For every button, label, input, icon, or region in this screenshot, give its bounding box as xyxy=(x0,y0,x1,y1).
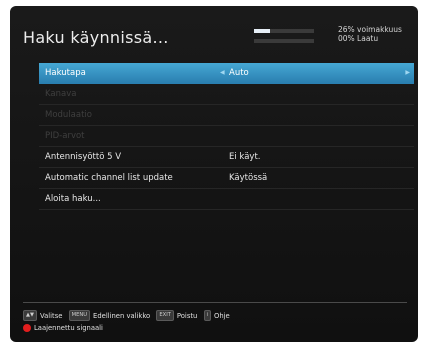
menu-item-label: Kanava xyxy=(45,89,77,99)
menu-item-value: Auto xyxy=(229,68,249,78)
menu-item-hakutapa[interactable]: Hakutapa ◀ Auto ▶ xyxy=(39,63,414,84)
menu-item-label: Antennisyöttö 5 V xyxy=(45,152,122,162)
search-settings-menu: Hakutapa ◀ Auto ▶ Kanava Modulaatio PID-… xyxy=(39,63,414,210)
menu-item-modulaatio: Modulaatio xyxy=(39,105,414,126)
strength-text: 26% voimakkuus xyxy=(338,25,402,34)
quality-bar xyxy=(254,39,314,43)
menu-item-label: Hakutapa xyxy=(45,68,86,78)
menu-item-kanava: Kanava xyxy=(39,84,414,105)
menu-item-start-search[interactable]: Aloita haku... xyxy=(39,189,414,210)
strength-bar xyxy=(254,29,314,33)
info-key-icon: i xyxy=(203,310,211,321)
footer-divider xyxy=(23,302,407,303)
strength-bar-fill xyxy=(254,29,270,33)
menu-item-label: PID-arvot xyxy=(45,131,85,141)
menu-item-antenna-power[interactable]: Antennisyöttö 5 V Ei käyt. xyxy=(39,147,414,168)
arrow-right-icon[interactable]: ▶ xyxy=(405,63,410,83)
menu-hint: Edellinen valikko xyxy=(93,311,151,320)
menu-item-value: Ei käyt. xyxy=(229,152,261,162)
tv-screen: Haku käynnissä... 26% voimakkuus 00% Laa… xyxy=(10,6,418,342)
exit-key-icon: EXIT xyxy=(156,310,174,321)
red-hint: Laajennettu signaali xyxy=(34,324,103,332)
menu-item-pid-arvot: PID-arvot xyxy=(39,126,414,147)
menu-item-value: Käytössä xyxy=(229,173,268,183)
footer-hints: ▲▼ Valitse MENU Edellinen valikko EXIT Pois… xyxy=(23,310,234,321)
signal-indicator: 26% voimakkuus 00% Laatu xyxy=(254,25,414,51)
nav-key-icon: ▲▼ xyxy=(23,310,37,321)
red-button-icon xyxy=(23,324,31,332)
help-hint: Ohje xyxy=(213,311,230,320)
page-title: Haku käynnissä... xyxy=(23,28,169,47)
nav-hint: Valitse xyxy=(39,311,63,320)
menu-key-icon: MENU xyxy=(68,310,91,321)
menu-item-label: Aloita haku... xyxy=(45,194,101,204)
menu-item-label: Modulaatio xyxy=(45,110,92,120)
menu-item-auto-channel-update[interactable]: Automatic channel list update Käytössä xyxy=(39,168,414,189)
menu-item-label: Automatic channel list update xyxy=(45,173,173,183)
quality-text: 00% Laatu xyxy=(338,34,379,43)
exit-hint: Poistu xyxy=(176,311,198,320)
footer-red-hint: Laajennettu signaali xyxy=(23,324,107,332)
arrow-left-icon[interactable]: ◀ xyxy=(220,63,225,83)
